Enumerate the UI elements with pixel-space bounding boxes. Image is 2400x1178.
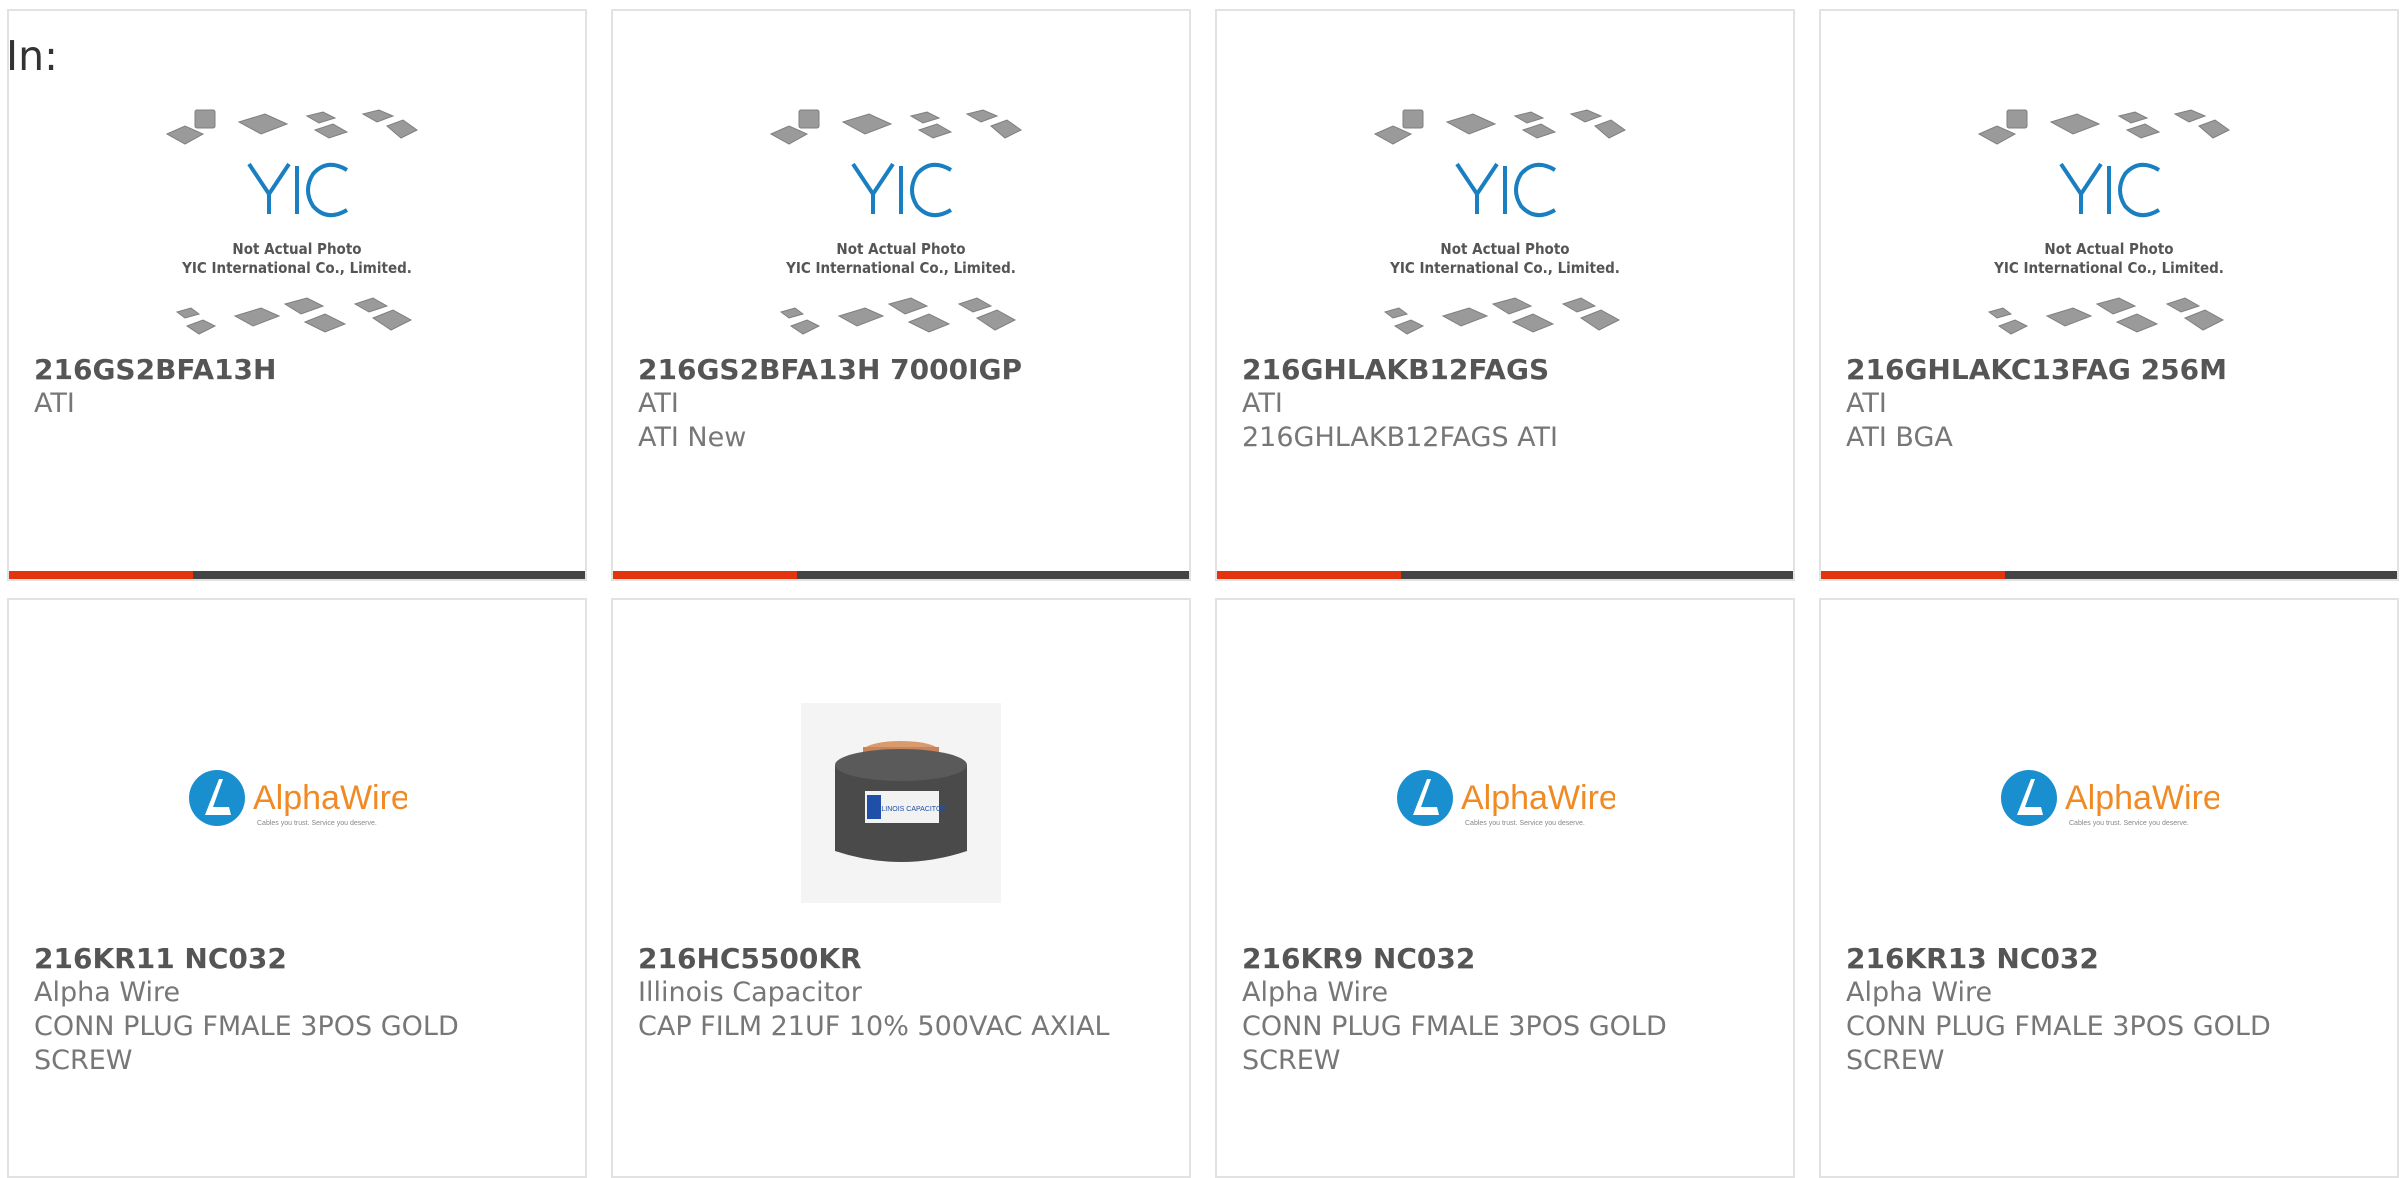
product-image[interactable]: AlphaWire Cables you trust. Service you …: [9, 670, 585, 935]
svg-text:AlphaWire: AlphaWire: [2065, 779, 2219, 817]
card-bottom-bar: [1217, 571, 1793, 579]
manufacturer: ATI: [1242, 388, 1283, 419]
svg-text:Cables you trust. Service you: Cables you trust. Service you deserve.: [2069, 820, 2189, 827]
product-description: CAP FILM 21UF 10% 500VAC AXIAL: [638, 1011, 1110, 1042]
part-number[interactable]: 216GS2BFA13H: [34, 353, 565, 387]
placeholder-photo-icon: Not Actual Photo YIC International Co., …: [1373, 108, 1626, 335]
product-image[interactable]: Not Actual Photo YIC International Co., …: [1217, 96, 1793, 361]
manufacturer: Illinois Capacitor: [638, 977, 862, 1008]
svg-text:YIC International Co., Limited: YIC International Co., Limited.: [1993, 259, 2224, 277]
results-in-label: In:: [6, 32, 58, 80]
product-card[interactable]: AlphaWire Cables you trust. Service you …: [1215, 598, 1795, 1178]
product-description: CONN PLUG FMALE 3POS GOLD SCREW: [1846, 1011, 2271, 1076]
svg-text:YIC International Co., Limited: YIC International Co., Limited.: [1389, 259, 1620, 277]
product-description: CONN PLUG FMALE 3POS GOLD SCREW: [34, 1011, 459, 1076]
placeholder-photo-icon: Not Actual Photo YIC International Co., …: [1977, 108, 2230, 335]
svg-text:AlphaWire: AlphaWire: [1461, 779, 1615, 817]
svg-text:YIC International Co., Limited: YIC International Co., Limited.: [785, 259, 1016, 277]
alphawire-logo-icon: AlphaWire Cables you trust. Service you …: [2001, 769, 2219, 827]
part-number[interactable]: 216GHLAKC13FAG 256M: [1846, 353, 2377, 387]
part-number[interactable]: 216HC5500KR: [638, 942, 1169, 976]
card-bottom-bar: [613, 571, 1189, 579]
alphawire-logo-icon: AlphaWire Cables you trust. Service you …: [189, 769, 407, 827]
part-number[interactable]: 216GS2BFA13H 7000IGP: [638, 353, 1169, 387]
product-card[interactable]: ILLINOIS CAPACITOR 216HC5500KR Illinois …: [611, 598, 1191, 1178]
svg-text:YIC International Co., Limited: YIC International Co., Limited.: [181, 259, 412, 277]
manufacturer: ATI: [638, 388, 679, 419]
product-image[interactable]: Not Actual Photo YIC International Co., …: [613, 96, 1189, 361]
product-image[interactable]: AlphaWire Cables you trust. Service you …: [1217, 670, 1793, 935]
product-description: ATI New: [638, 422, 747, 453]
part-number[interactable]: 216KR13 NC032: [1846, 942, 2377, 976]
product-description: 216GHLAKB12FAGS ATI: [1242, 422, 1558, 453]
part-number[interactable]: 216GHLAKB12FAGS: [1242, 353, 1773, 387]
svg-text:Not Actual Photo: Not Actual Photo: [836, 240, 965, 258]
product-description: ATI BGA: [1846, 422, 1953, 453]
part-number[interactable]: 216KR9 NC032: [1242, 942, 1773, 976]
manufacturer: Alpha Wire: [34, 977, 181, 1008]
product-card[interactable]: Not Actual Photo YIC International Co., …: [1215, 9, 1795, 581]
product-card[interactable]: Not Actual Photo YIC International Co., …: [611, 9, 1191, 581]
svg-text:ILLINOIS CAPACITOR: ILLINOIS CAPACITOR: [876, 806, 947, 813]
product-image[interactable]: Not Actual Photo YIC International Co., …: [1821, 96, 2397, 361]
svg-text:Not Actual Photo: Not Actual Photo: [2044, 240, 2173, 258]
card-accent-bar: [1217, 571, 1401, 579]
manufacturer: ATI: [34, 388, 75, 419]
card-accent-bar: [1821, 571, 2005, 579]
placeholder-photo-icon: Not Actual Photo YIC International Co., …: [769, 108, 1022, 335]
manufacturer: Alpha Wire: [1846, 977, 1993, 1008]
svg-text:AlphaWire: AlphaWire: [253, 779, 407, 817]
placeholder-photo-icon: Not Actual Photo YIC International Co., …: [165, 108, 418, 335]
product-card[interactable]: Not Actual Photo YIC International Co., …: [7, 9, 587, 581]
capacitor-photo-icon: ILLINOIS CAPACITOR: [801, 702, 1001, 903]
card-bottom-bar: [1821, 571, 2397, 579]
card-accent-bar: [613, 571, 797, 579]
product-image[interactable]: ILLINOIS CAPACITOR: [613, 670, 1189, 935]
product-card[interactable]: Not Actual Photo YIC International Co., …: [1819, 9, 2399, 581]
card-bottom-bar: [9, 571, 585, 579]
svg-text:Not Actual Photo: Not Actual Photo: [1440, 240, 1569, 258]
manufacturer: Alpha Wire: [1242, 977, 1389, 1008]
alphawire-logo-icon: AlphaWire Cables you trust. Service you …: [1397, 769, 1615, 827]
part-number[interactable]: 216KR11 NC032: [34, 942, 565, 976]
card-accent-bar: [9, 571, 193, 579]
svg-text:Cables you trust. Service you: Cables you trust. Service you deserve.: [1465, 820, 1585, 827]
product-image[interactable]: AlphaWire Cables you trust. Service you …: [1821, 670, 2397, 935]
product-card[interactable]: AlphaWire Cables you trust. Service you …: [7, 598, 587, 1178]
manufacturer: ATI: [1846, 388, 1887, 419]
product-image[interactable]: Not Actual Photo YIC International Co., …: [9, 96, 585, 361]
svg-text:Not Actual Photo: Not Actual Photo: [232, 240, 361, 258]
product-description: CONN PLUG FMALE 3POS GOLD SCREW: [1242, 1011, 1667, 1076]
svg-text:Cables you trust. Service you: Cables you trust. Service you deserve.: [257, 820, 377, 827]
product-card[interactable]: AlphaWire Cables you trust. Service you …: [1819, 598, 2399, 1178]
